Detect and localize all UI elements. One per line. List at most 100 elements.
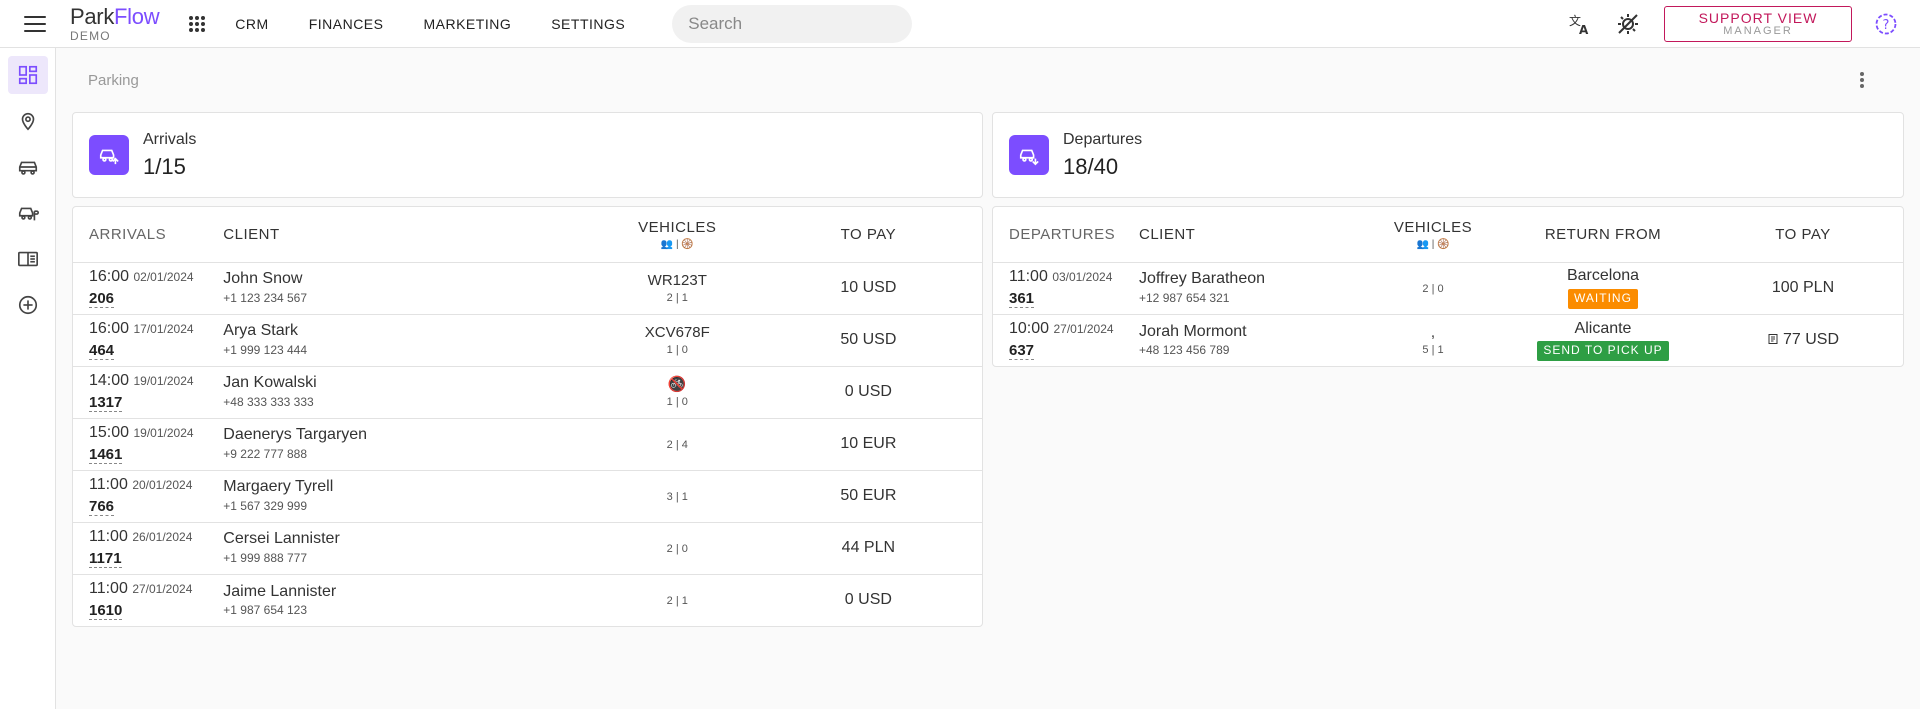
vehicle-counts: 1 | 0 — [666, 343, 688, 356]
col-departures[interactable]: DEPARTURES — [993, 207, 1123, 263]
sidebar-item-add[interactable] — [8, 286, 48, 324]
nav-marketing[interactable]: MARKETING — [423, 16, 511, 32]
car-parking-icon — [18, 207, 39, 221]
client-cell: Jaime Lannister +1 987 654 123 — [207, 574, 600, 626]
reservation-number-link[interactable]: 637 — [1009, 342, 1035, 360]
col-vehicles[interactable]: VEHICLES 👥 | 🛞 — [599, 207, 755, 263]
support-view-button[interactable]: SUPPORT VIEW MANAGER — [1664, 6, 1852, 42]
vehicles-cell: 2 | 0 — [599, 522, 755, 575]
table-row[interactable]: 11:00 03/01/2024 361 Joffrey Baratheon +12 … — [993, 262, 1903, 315]
arrival-time-cell: 11:00 26/01/2024 1171 — [73, 522, 208, 575]
departure-date: 27/01/2024 — [1053, 322, 1114, 337]
app-logo[interactable]: ParkFlow DEMO — [70, 5, 160, 43]
sidebar-item-dashboard[interactable] — [7, 56, 48, 94]
arrival-time: 15:00 — [89, 424, 130, 442]
arrival-date: 02/01/2024 — [133, 270, 194, 285]
client-phone: +1 567 329 999 — [223, 498, 308, 513]
arrival-time-cell: 15:00 19/01/2024 1461 — [73, 418, 208, 471]
nav-finances[interactable]: FINANCES — [309, 16, 384, 32]
col-client[interactable]: CLIENT — [1123, 207, 1363, 263]
dashboard-icon — [18, 65, 37, 85]
col-return-from[interactable]: RETURN FROM — [1503, 207, 1703, 263]
add-circle-icon — [18, 295, 37, 315]
main-nav: CRM FINANCES MARKETING SETTINGS — [235, 16, 665, 32]
vehicles-count-icons: 👥 | 🛞 — [1416, 238, 1450, 250]
reservation-number-link[interactable]: 1171 — [89, 550, 122, 568]
book-icon — [17, 251, 38, 267]
table-row[interactable]: 11:00 20/01/2024 766 Margaery Tyrell +1 567… — [73, 470, 982, 523]
menu-icon[interactable] — [24, 15, 46, 32]
vehicle-plate: WR123T — [647, 271, 707, 289]
reservation-number-link[interactable]: 766 — [89, 498, 115, 516]
client-cell: Joffrey Baratheon +12 987 654 321 — [1123, 262, 1363, 315]
client-name: Daenerys Targaryen — [223, 426, 368, 444]
vehicles-cell: 3 | 1 — [599, 470, 755, 523]
to-pay-amount: 10 USD — [840, 278, 897, 296]
vehicle-plate: , — [1430, 323, 1436, 341]
table-row[interactable]: 15:00 19/01/2024 1461 Daenerys Targaryen +9… — [73, 418, 982, 471]
more-options-icon[interactable] — [1852, 70, 1872, 90]
vehicle-counts: 2 | 1 — [666, 291, 688, 304]
svg-text:A: A — [1579, 23, 1589, 36]
client-cell: John Snow +1 123 234 567 — [207, 262, 600, 315]
table-row[interactable]: 10:00 27/01/2024 637 Jorah Mormont +48 123 … — [993, 314, 1903, 366]
arrivals-table-card: ARRIVALS CLIENT VEHICLES 👥 | 🛞 TO PAY 16:… — [72, 206, 983, 627]
col-client[interactable]: CLIENT — [207, 207, 600, 263]
nav-crm[interactable]: CRM — [235, 16, 268, 32]
sidebar-item-vehicles[interactable] — [8, 148, 48, 186]
logo-subtitle: DEMO — [70, 28, 111, 43]
col-to-pay[interactable]: TO PAY — [754, 207, 982, 263]
departure-date: 03/01/2024 — [1052, 270, 1113, 285]
col-vehicles-label: VEHICLES — [1393, 218, 1473, 236]
vehicles-cell: 2 | 4 — [599, 418, 755, 471]
col-to-pay[interactable]: TO PAY — [1703, 207, 1903, 263]
sidebar-item-parking[interactable] — [8, 194, 48, 232]
reservation-number-link[interactable]: 206 — [89, 290, 115, 308]
reservation-number-link[interactable]: 361 — [1009, 290, 1035, 308]
return-from-cell: Alicante SEND TO PICK UP — [1503, 314, 1703, 366]
svg-text:?: ? — [1883, 18, 1890, 33]
search-input[interactable] — [688, 13, 910, 34]
status-badge[interactable]: SEND TO PICK UP — [1537, 341, 1669, 361]
arrival-date: 26/01/2024 — [132, 530, 193, 545]
client-name: Joffrey Baratheon — [1139, 270, 1266, 288]
help-icon[interactable]: ? — [1874, 12, 1898, 36]
reservation-number-link[interactable]: 464 — [89, 342, 115, 360]
table-row[interactable]: 11:00 27/01/2024 1610 Jaime Lannister +1 98… — [73, 574, 982, 626]
status-badge[interactable]: WAITING — [1568, 288, 1638, 309]
arrival-date: 19/01/2024 — [133, 426, 194, 441]
to-pay-amount: 100 PLN — [1771, 278, 1835, 296]
table-row[interactable]: 11:00 26/01/2024 1171 Cersei Lannister +1 9… — [73, 522, 982, 575]
col-arrivals[interactable]: ARRIVALS — [73, 207, 208, 263]
table-row[interactable]: 16:00 02/01/2024 206 John Snow +1 123 234 5… — [73, 262, 982, 315]
departure-time: 10:00 — [1009, 320, 1050, 338]
vehicle-counts: 2 | 1 — [666, 595, 688, 608]
to-pay-cell: 100 PLN — [1703, 262, 1903, 315]
reservation-number-link[interactable]: 1610 — [89, 602, 123, 620]
nav-settings[interactable]: SETTINGS — [551, 16, 625, 32]
arrival-time: 14:00 — [89, 372, 130, 390]
arrival-time-cell: 16:00 17/01/2024 464 — [73, 314, 208, 367]
arrival-time: 11:00 — [89, 580, 128, 598]
apps-grid-icon[interactable] — [189, 15, 206, 32]
translate-icon[interactable]: 文A — [1568, 12, 1592, 36]
table-row[interactable]: 16:00 17/01/2024 464 Arya Stark +1 999 123 … — [73, 314, 982, 367]
client-cell: Arya Stark +1 999 123 444 — [207, 314, 600, 367]
reservation-number-link[interactable]: 1317 — [89, 394, 123, 412]
client-phone: +12 987 654 321 — [1139, 290, 1230, 305]
support-view-role: MANAGER — [1723, 25, 1793, 37]
col-vehicles[interactable]: VEHICLES 👥 | 🛞 — [1363, 207, 1503, 263]
client-cell: Jan Kowalski +48 333 333 333 — [207, 366, 600, 419]
sidebar-item-locations[interactable] — [8, 102, 48, 140]
theme-toggle-icon[interactable] — [1616, 12, 1640, 36]
to-pay-amount: 50 USD — [840, 330, 897, 348]
arrivals-table: ARRIVALS CLIENT VEHICLES 👥 | 🛞 TO PAY 16:… — [73, 207, 982, 626]
sidebar-item-reports[interactable] — [8, 240, 48, 278]
table-row[interactable]: 14:00 19/01/2024 1317 Jan Kowalski +48 333 … — [73, 366, 982, 419]
vehicle-plate: XCV678F — [644, 323, 710, 341]
to-pay-amount: 50 EUR — [840, 486, 897, 504]
departure-time-cell: 11:00 03/01/2024 361 — [993, 262, 1123, 315]
to-pay-amount: 77 USD — [1782, 331, 1840, 349]
reservation-number-link[interactable]: 1461 — [89, 446, 123, 464]
arrivals-stat-card: Arrivals 1/15 — [72, 112, 983, 198]
